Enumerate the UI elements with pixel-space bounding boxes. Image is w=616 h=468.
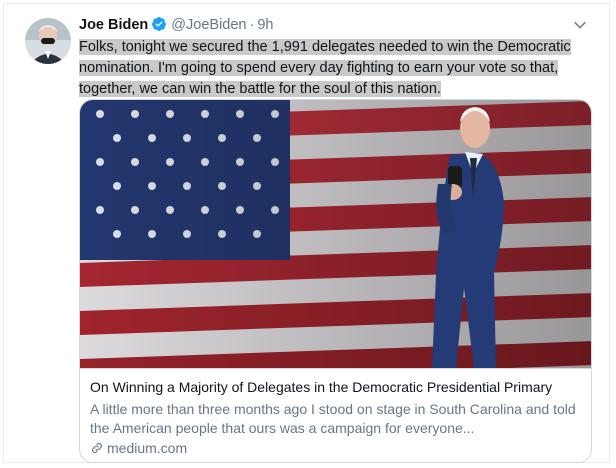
tweet-text-line: together, we can win the battle for the … xyxy=(79,81,441,97)
avatar-image xyxy=(25,18,71,64)
chevron-down-icon[interactable] xyxy=(571,16,589,34)
card-body[interactable]: On Winning a Majority of Delegates in th… xyxy=(80,368,591,462)
timestamp[interactable]: 9h xyxy=(257,17,273,33)
card-domain[interactable]: medium.com xyxy=(90,440,187,458)
tweet-text-line: nomination. I'm going to spend every day… xyxy=(79,60,559,76)
card-title[interactable]: On Winning a Majority of Delegates in th… xyxy=(90,379,552,395)
avatar[interactable] xyxy=(25,18,71,64)
tweet-text: Folks, tonight we secured the 1,991 dele… xyxy=(79,37,579,100)
link-card[interactable]: On Winning a Majority of Delegates in th… xyxy=(79,99,592,463)
author-handle[interactable]: @JoeBiden xyxy=(171,17,246,33)
card-domain-text: medium.com xyxy=(107,440,188,456)
tweet-header: Joe Biden @JoeBiden · 9h xyxy=(79,16,273,36)
tweet[interactable]: Joe Biden @JoeBiden · 9h Folks, tonight we … xyxy=(3,3,610,463)
link-icon xyxy=(90,441,104,458)
card-image xyxy=(80,100,591,368)
tweet-text-line: Folks, tonight we secured the 1,991 dele… xyxy=(79,39,571,55)
author-name[interactable]: Joe Biden xyxy=(79,17,148,33)
verified-badge-icon xyxy=(151,16,167,36)
separator: · xyxy=(249,17,255,33)
card-description: A little more than three months ago I st… xyxy=(90,401,576,436)
